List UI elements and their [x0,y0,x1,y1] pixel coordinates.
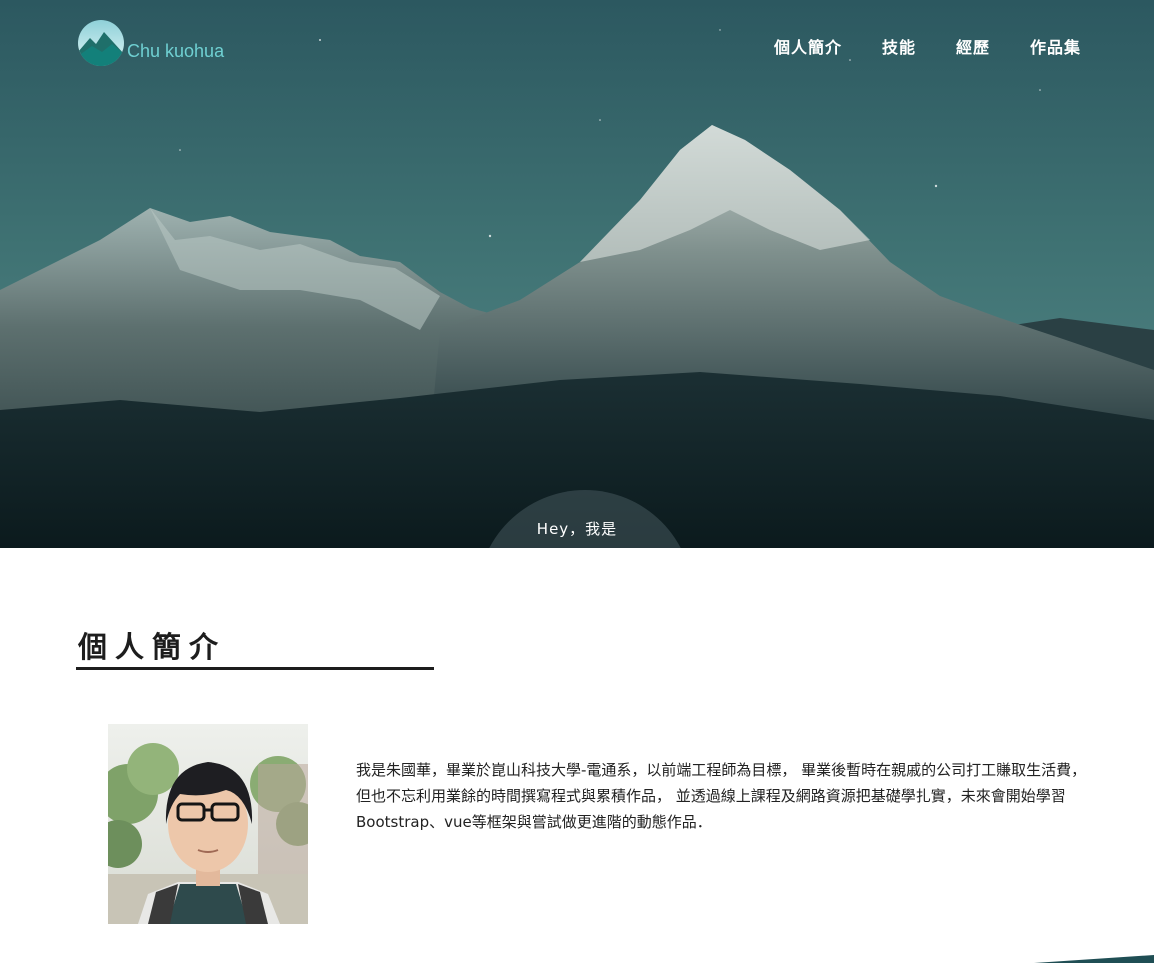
nav-item-experience[interactable]: 經歷 [956,34,990,58]
mountain-background-image [0,0,1154,548]
mountain-logo-icon [78,20,124,66]
hero-greeting: Hey，我是 [536,520,618,538]
nav-item-portfolio[interactable]: 作品集 [1030,34,1081,58]
logo-text: Chu kuohua [127,41,225,61]
nav-item-about[interactable]: 個人簡介 [774,34,842,58]
nav-item-skills[interactable]: 技能 [882,34,916,58]
profile-photo [108,724,308,924]
corner-accent-shape [1034,955,1154,963]
hero-banner: Chu kuohua 個人簡介 技能 經歷 作品集 Hey，我是 [0,0,1154,548]
about-section-title: 個人簡介 [78,630,227,664]
site-logo[interactable]: Chu kuohua [78,20,224,66]
section-title-underline [76,667,434,670]
main-nav: 個人簡介 技能 經歷 作品集 [774,34,1081,58]
intro-paragraph: 我是朱國華，畢業於崑山科技大學-電通系，以前端工程師為目標， 畢業後暫時在親戚的… [356,761,1087,831]
